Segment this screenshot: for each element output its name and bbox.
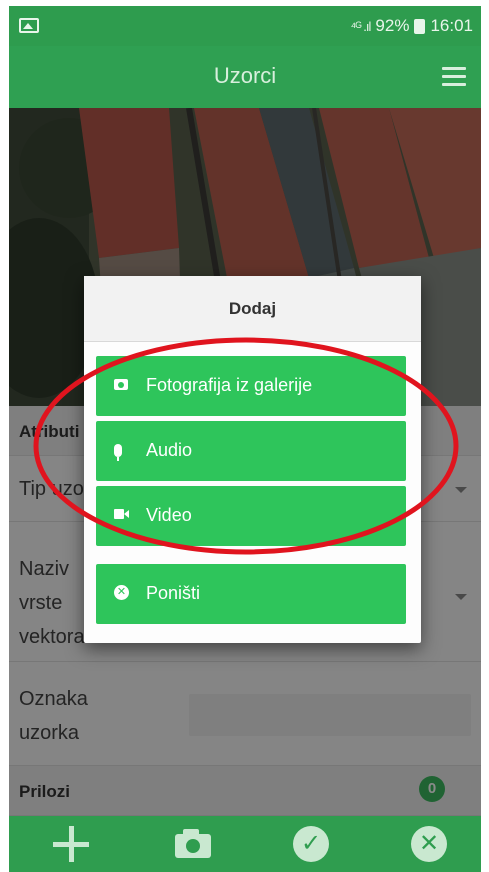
confirm-button[interactable]: ✓ (291, 824, 331, 864)
audio-label: Audio (146, 440, 193, 460)
close-circle-icon: ✕ (114, 585, 129, 600)
audio-button[interactable]: Audio (96, 421, 406, 481)
video-button[interactable]: Video (96, 486, 406, 546)
add-button[interactable] (51, 824, 91, 864)
battery-icon (414, 18, 426, 34)
microphone-icon (114, 444, 122, 461)
battery-level: 92% (375, 16, 410, 35)
video-camera-icon (114, 509, 129, 519)
status-bar: ⁴ᴳ .ıl 92% 16:01 (9, 6, 481, 46)
add-attachment-dialog: Dodaj Fotografija iz galerije Audio Vide… (84, 276, 421, 643)
close-button[interactable]: ✕ (409, 824, 449, 864)
phone-screen: ⁴ᴳ .ıl 92% 16:01 Uzorci Atributi Tip uzo… (9, 6, 481, 872)
bottom-action-bar: ✓ ✕ (9, 816, 481, 872)
cancel-button[interactable]: ✕ Poništi (96, 564, 406, 624)
app-toolbar: Uzorci (9, 46, 481, 108)
video-label: Video (146, 505, 192, 525)
checkmark-icon: ✓ (293, 826, 329, 862)
dialog-title: Dodaj (228, 299, 277, 318)
gallery-photo-label: Fotografija iz galerije (146, 375, 313, 395)
clock: 16:01 (430, 16, 473, 35)
hamburger-menu-icon[interactable] (442, 67, 466, 87)
status-indicators: ⁴ᴳ .ıl 92% 16:01 (351, 16, 473, 36)
page-title: Uzorci (213, 63, 277, 88)
cancel-label: Poništi (146, 583, 201, 603)
camera-icon (114, 379, 128, 390)
dialog-header: Dodaj (84, 276, 421, 342)
gallery-notification-icon (19, 18, 39, 33)
signal-icon: ⁴ᴳ .ıl (350, 18, 372, 34)
close-icon: ✕ (411, 826, 447, 862)
camera-button[interactable] (173, 824, 213, 864)
gallery-photo-button[interactable]: Fotografija iz galerije (96, 356, 406, 416)
